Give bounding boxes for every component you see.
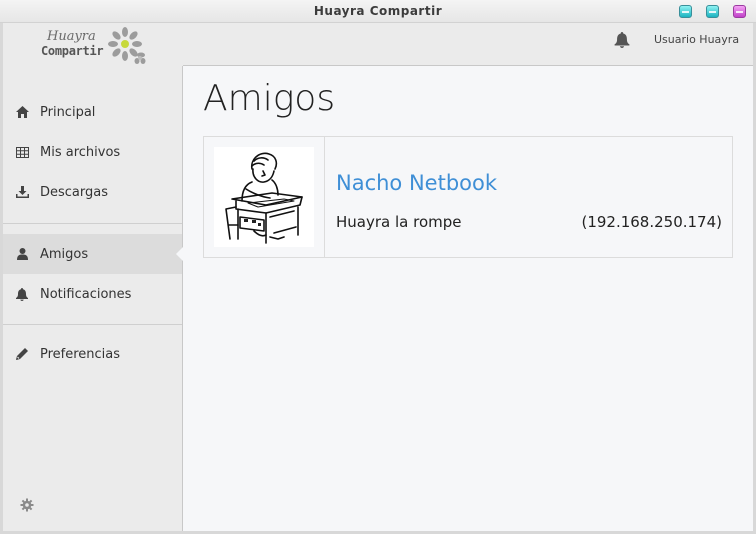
window-titlebar: Huayra Compartir: [0, 0, 756, 23]
friend-ip-address: (192.168.250.174): [581, 213, 722, 231]
pencil-icon: [15, 347, 29, 361]
sidebar-divider: [3, 324, 182, 325]
sidebar-item-principal[interactable]: Principal: [3, 92, 182, 132]
friend-status: Huayra la rompe: [336, 213, 462, 231]
app-logo: Huayra Compartir: [3, 23, 183, 66]
sidebar-item-label: Preferencias: [40, 346, 121, 362]
sidebar: Principal Mis archivos Descargas Amigos …: [3, 66, 183, 531]
sidebar-item-mis-archivos[interactable]: Mis archivos: [3, 132, 182, 172]
close-button[interactable]: [733, 5, 746, 18]
sidebar-item-label: Principal: [40, 104, 96, 120]
user-menu[interactable]: Usuario Huayra: [654, 33, 739, 46]
sidebar-item-label: Mis archivos: [40, 144, 121, 160]
header-bar: Usuario Huayra: [183, 23, 753, 66]
sidebar-item-label: Descargas: [40, 184, 109, 200]
page-title: Amigos: [203, 78, 336, 119]
window-title: Huayra Compartir: [313, 4, 443, 18]
logo-text-huayra: Huayra: [47, 29, 96, 44]
friend-name-link[interactable]: Nacho Netbook: [336, 171, 497, 195]
friend-card: Nacho Netbook Huayra la rompe (192.168.2…: [203, 136, 733, 258]
table-icon: [15, 145, 29, 159]
flower-logo-icon: [108, 27, 146, 64]
sidebar-item-amigos[interactable]: Amigos: [3, 234, 183, 274]
sidebar-item-preferencias[interactable]: Preferencias: [3, 334, 182, 374]
sidebar-item-label: Amigos: [40, 246, 89, 262]
sidebar-item-notificaciones[interactable]: Notificaciones: [3, 274, 182, 314]
sidebar-item-descargas[interactable]: Descargas: [3, 172, 182, 212]
home-icon: [15, 105, 29, 119]
bell-icon: [15, 287, 29, 301]
download-icon: [15, 185, 29, 199]
avatar: [214, 147, 314, 247]
sidebar-item-label: Notificaciones: [40, 286, 132, 302]
maximize-button[interactable]: [706, 5, 719, 18]
notifications-bell-icon[interactable]: [614, 32, 630, 48]
logo-text-compartir: Compartir: [41, 44, 104, 58]
minimize-button[interactable]: [679, 5, 692, 18]
main-content: Amigos Nacho Netbook Huayra la rompe (19…: [183, 66, 753, 531]
sidebar-divider: [3, 223, 182, 224]
avatar-container: [204, 137, 325, 257]
user-icon: [15, 247, 29, 261]
gear-icon[interactable]: [20, 498, 34, 512]
